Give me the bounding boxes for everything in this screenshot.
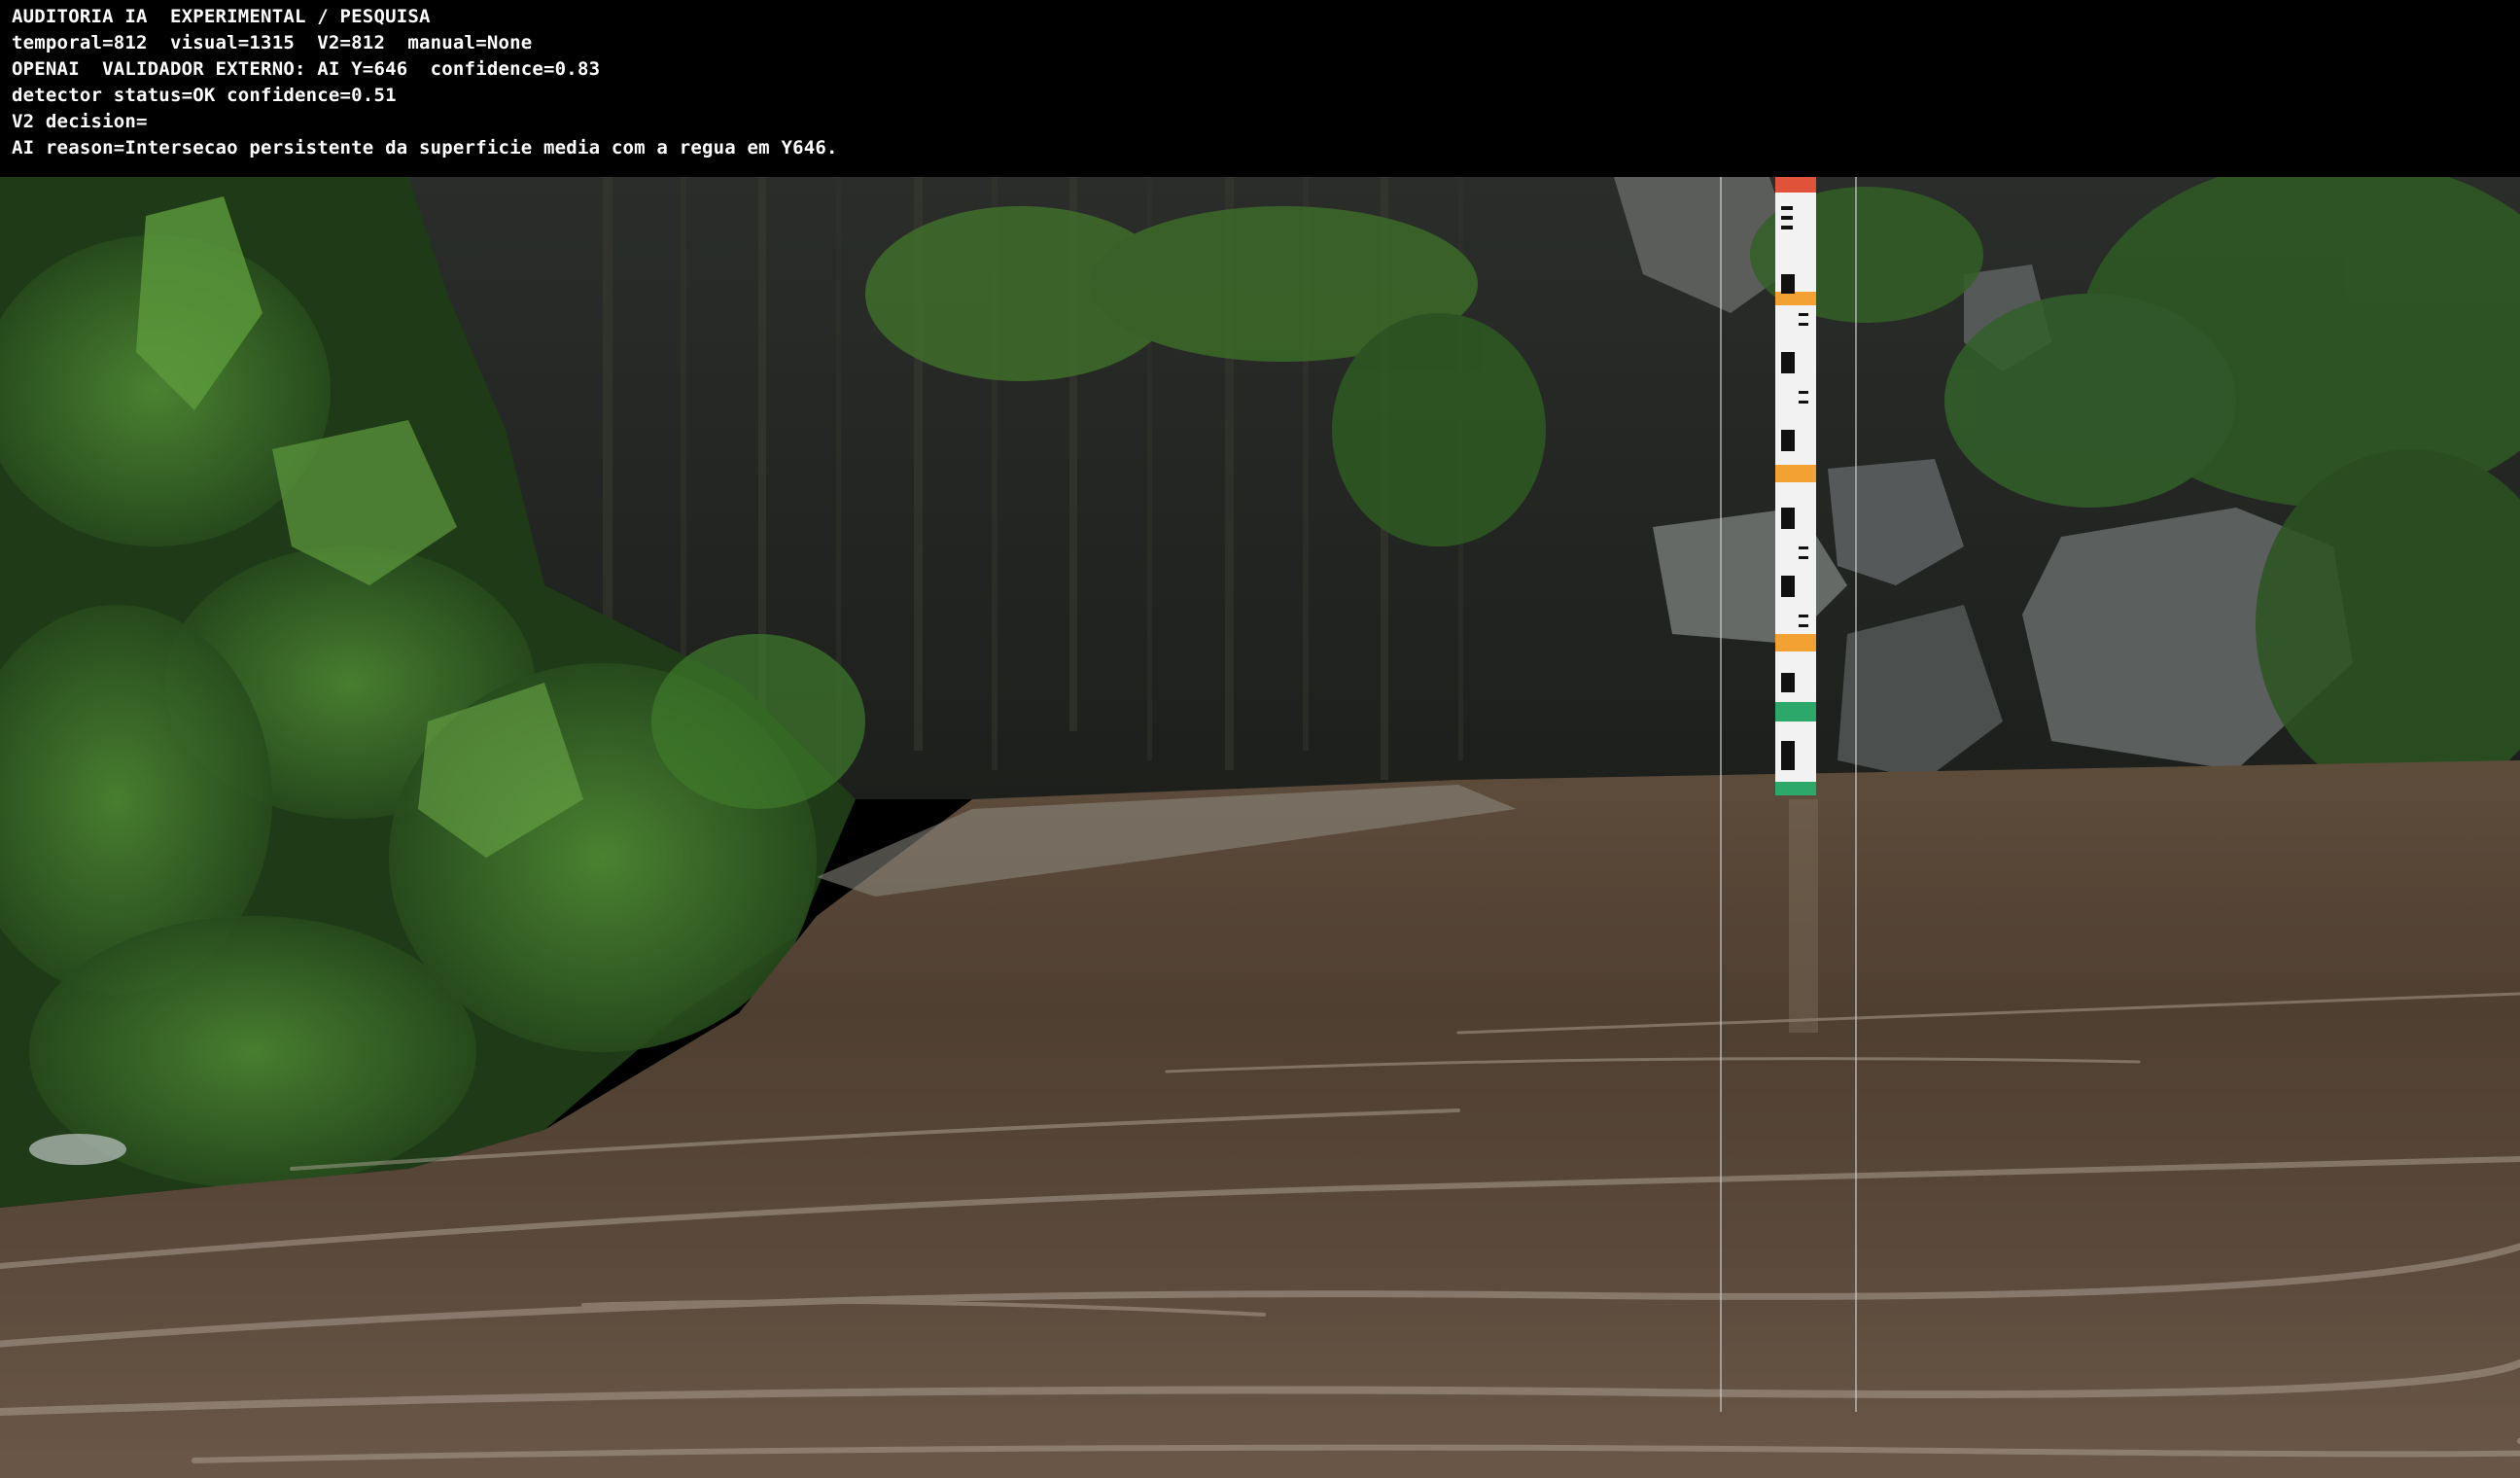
overlay-detector-status: detector status=OK confidence=0.51 bbox=[12, 85, 397, 106]
gauge-reflection bbox=[1789, 799, 1818, 1033]
overlay-ai-reason: AI reason=Intersecao persistente da supe… bbox=[12, 137, 838, 158]
overlay-v2-decision: V2 decision= bbox=[12, 111, 148, 132]
overlay-validator: OPENAI VALIDADOR EXTERNO: AI Y=646 confi… bbox=[12, 58, 601, 80]
staff-gauge bbox=[1775, 177, 1816, 795]
overlay-title: AUDITORIA IA EXPERIMENTAL / PESQUISA bbox=[12, 6, 431, 27]
river-scene bbox=[0, 177, 2520, 1478]
camera-frame: AUDITORIA IA EXPERIMENTAL / PESQUISA tem… bbox=[0, 0, 2520, 1478]
overlay-readings: temporal=812 visual=1315 V2=812 manual=N… bbox=[12, 32, 533, 53]
audit-overlay: AUDITORIA IA EXPERIMENTAL / PESQUISA tem… bbox=[0, 0, 2520, 177]
river-scene-illustration bbox=[0, 177, 2520, 1478]
